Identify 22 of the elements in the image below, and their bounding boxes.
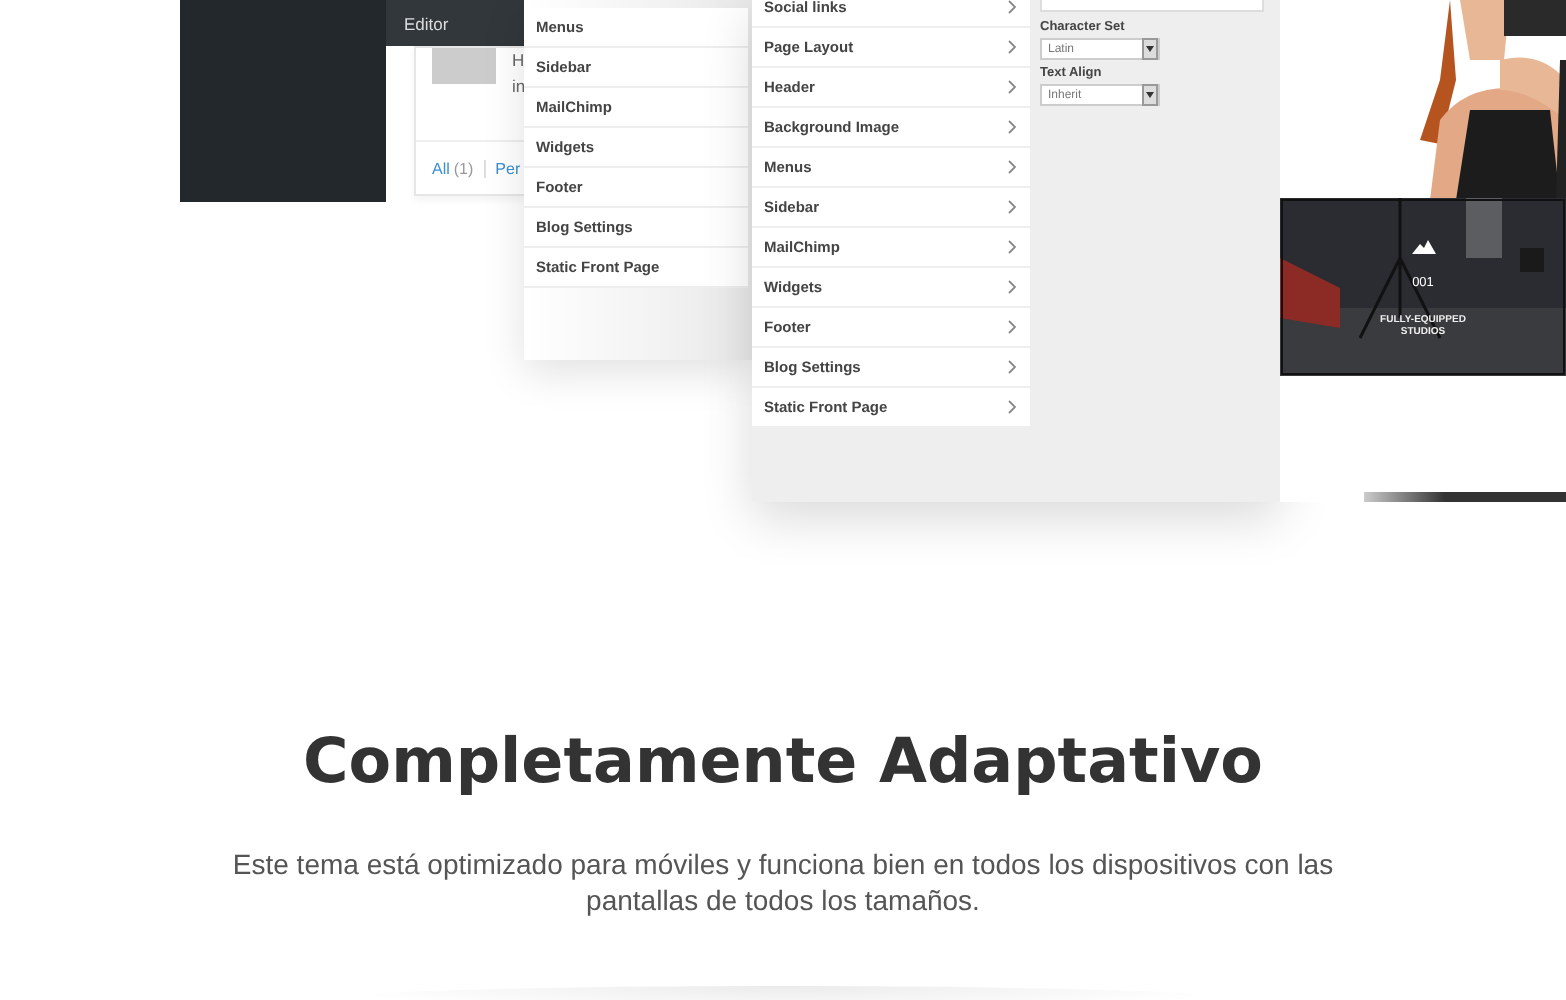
chevron-icon: [1008, 160, 1016, 174]
chevron-icon: [1008, 0, 1016, 14]
chevron-icon: [1008, 320, 1016, 334]
chevron-icon: [1008, 400, 1016, 414]
chevron-icon: [1008, 40, 1016, 54]
chevron-icon: [1008, 120, 1016, 134]
mountain-icon: [1411, 240, 1435, 254]
caret-icon: [1146, 92, 1154, 98]
comment-text: in: [512, 74, 524, 100]
chevron-icon: [1008, 240, 1016, 254]
section-heading: Completamente Adaptativo: [303, 726, 1263, 798]
filter-count: (1): [453, 160, 474, 178]
filter-link[interactable]: Per: [495, 160, 521, 178]
chevron-icon: [1008, 280, 1016, 294]
avatar-icon: [432, 48, 496, 84]
section-description: Este tema está optimizado para móviles y funciona bien en todos los dispositivos con las pantallas de todos los tamaños.: [230, 846, 1336, 918]
comment-text: H: [512, 48, 524, 74]
caret-icon: [1146, 46, 1154, 52]
menu-item[interactable]: Editor: [404, 13, 449, 33]
chevron-icon: [1008, 360, 1016, 374]
chevron-icon: [1008, 80, 1016, 94]
chevron-icon: [1008, 200, 1016, 214]
